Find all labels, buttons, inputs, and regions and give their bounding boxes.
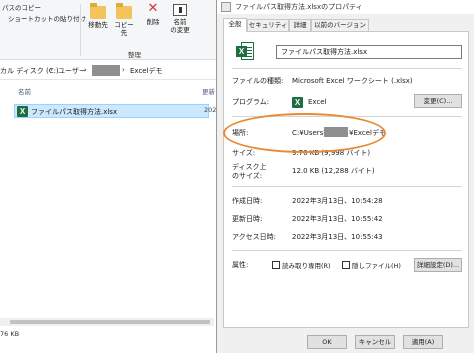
address-bar[interactable]: ローカル ディスク (C:) › ユーザー › › Excelデモ (0, 62, 230, 80)
column-header: 名前 更新 (14, 86, 230, 98)
disk-size-value: 12.0 KB (12,288 バイト) (292, 167, 375, 175)
ribbon: パスのコピー ショートカットの貼り付け 移動先 コピー先 ✕ 削除 名前 の変更… (0, 0, 230, 60)
created-label: 作成日時: (232, 197, 263, 205)
breadcrumb-users[interactable]: ユーザー (58, 66, 86, 76)
readonly-label: 読み取り専用(R) (282, 262, 331, 270)
modified-value: 2022年3月13日、10:55:42 (292, 215, 383, 223)
readonly-checkbox[interactable]: 読み取り専用(R) (272, 261, 331, 271)
redacted-username (92, 65, 120, 76)
checkbox-icon (342, 261, 350, 269)
status-size: 76 KB (0, 330, 20, 338)
horizontal-scrollbar[interactable] (0, 318, 214, 326)
breadcrumb-folder[interactable]: Excelデモ (130, 66, 163, 76)
hidden-label: 隠しファイル(H) (352, 262, 401, 270)
size-label: サイズ: (232, 149, 256, 157)
accessed-label: アクセス日時: (232, 233, 277, 241)
move-to-label: 移動先 (88, 21, 108, 29)
organize-group-label: 整理 (128, 51, 141, 59)
excel-file-icon: X (236, 41, 254, 61)
file-list-item[interactable]: X ファイルパス取得方法.xlsx (14, 104, 209, 118)
delete-icon: ✕ (147, 1, 159, 16)
tab-bar: 全般 セキュリティ 詳細 以前のバージョン (223, 18, 469, 32)
cancel-button[interactable]: キャンセル (355, 335, 395, 349)
properties-dialog: ファイルパス取得方法.xlsxのプロパティ 全般 セキュリティ 詳細 以前のバー… (216, 0, 474, 353)
delete-label: 削除 (146, 18, 160, 26)
divider (232, 250, 462, 251)
file-explorer-window: パスのコピー ショートカットの貼り付け 移動先 コピー先 ✕ 削除 名前 の変更… (0, 0, 230, 353)
delete-button[interactable]: ✕ 削除 (141, 1, 165, 27)
attributes-label: 属性: (232, 261, 249, 269)
tab-security[interactable]: セキュリティ (247, 19, 289, 31)
breadcrumb-separator-icon: › (50, 66, 53, 74)
copy-path-button[interactable]: パスのコピー (2, 2, 41, 12)
divider (232, 186, 462, 187)
excel-file-icon: X (17, 106, 28, 117)
scrollbar-thumb[interactable] (10, 320, 210, 324)
disk-size-label-1: ディスク上 (232, 163, 267, 171)
file-type-value: Microsoft Excel ワークシート (.xlsx) (292, 77, 413, 85)
folder-move-icon (90, 3, 106, 19)
general-tab-panel: X ファイルパス取得方法.xlsx ファイルの種類: Microsoft Exc… (223, 31, 469, 328)
rename-button[interactable]: 名前 の変更 (168, 2, 192, 34)
rename-icon (173, 4, 187, 16)
checkbox-icon (272, 261, 280, 269)
hidden-checkbox[interactable]: 隠しファイル(H) (342, 261, 401, 271)
folder-copy-icon (116, 3, 132, 19)
rename-label-1: 名前 (173, 18, 187, 26)
paste-shortcut-button[interactable]: ショートカットの貼り付け (8, 13, 86, 23)
tab-previous-versions[interactable]: 以前のバージョン (311, 19, 369, 31)
change-program-button[interactable]: 変更(C)... (414, 94, 462, 108)
dialog-titlebar[interactable]: ファイルパス取得方法.xlsxのプロパティ (217, 0, 474, 14)
advanced-button[interactable]: 詳細設定(D)... (414, 258, 462, 272)
file-name-field[interactable]: ファイルパス取得方法.xlsx (276, 45, 462, 59)
modified-label: 更新日時: (232, 215, 263, 223)
disk-size-label-2: のサイズ: (232, 172, 263, 180)
accessed-value: 2022年3月13日、10:55:43 (292, 233, 383, 241)
created-value: 2022年3月13日、10:54:28 (292, 197, 383, 205)
program-label: プログラム: (232, 98, 270, 106)
breadcrumb-separator-icon: › (84, 66, 87, 74)
breadcrumb-separator-icon: › (122, 66, 125, 74)
excel-program-icon: X (292, 97, 303, 108)
copy-to-label: コピー先 (114, 21, 134, 37)
file-name: ファイルパス取得方法.xlsx (31, 108, 118, 116)
apply-button[interactable]: 適用(A) (403, 335, 443, 349)
properties-icon (221, 2, 231, 12)
copy-to-button[interactable]: コピー先 (112, 2, 136, 37)
highlight-ellipse (223, 113, 386, 153)
rename-label-2: の変更 (170, 26, 190, 34)
column-name[interactable]: 名前 (18, 86, 31, 96)
tab-details[interactable]: 詳細 (289, 19, 311, 31)
program-value: Excel (308, 98, 327, 106)
status-bar: 76 KB (0, 330, 230, 342)
move-to-button[interactable]: 移動先 (86, 2, 110, 29)
tab-general[interactable]: 全般 (223, 18, 247, 32)
file-date: 202 (204, 106, 217, 114)
dialog-title: ファイルパス取得方法.xlsxのプロパティ (235, 3, 363, 11)
file-type-label: ファイルの種類: (232, 77, 284, 85)
ok-button[interactable]: OK (307, 335, 347, 349)
divider (232, 68, 462, 69)
ribbon-divider (80, 4, 81, 56)
column-date[interactable]: 更新 (202, 86, 215, 96)
